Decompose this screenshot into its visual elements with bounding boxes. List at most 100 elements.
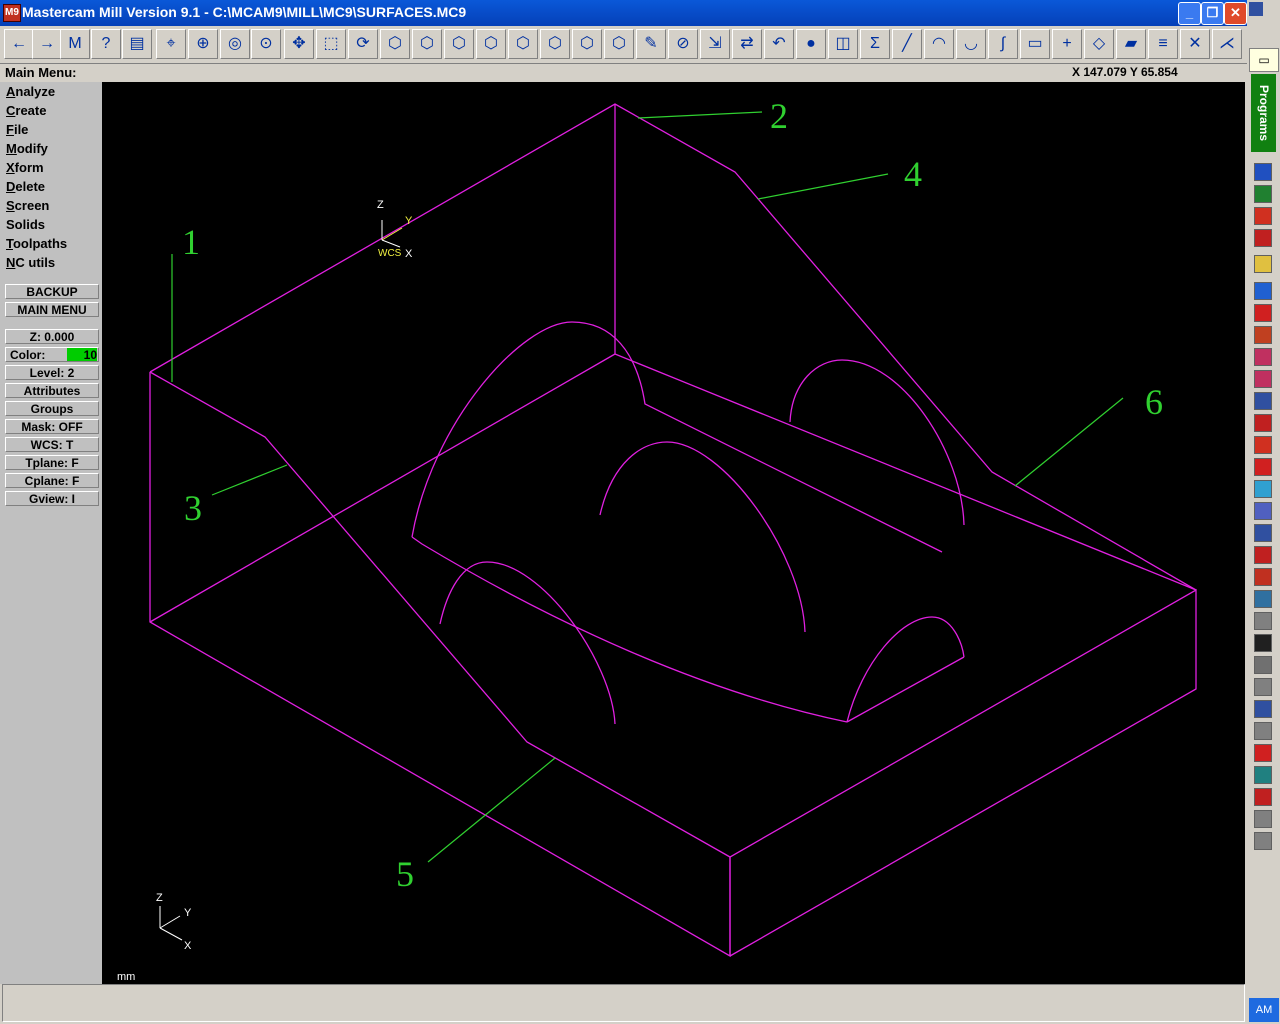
shortcut-app-icon[interactable]: [1254, 612, 1272, 630]
backup-button[interactable]: BACKUP: [5, 284, 99, 299]
mcu-button[interactable]: M: [60, 29, 90, 59]
shortcut-app-icon[interactable]: [1254, 255, 1272, 273]
shortcut-app-icon[interactable]: [1254, 590, 1272, 608]
shade-sphere-button[interactable]: ●: [796, 29, 826, 59]
shortcut-app-icon[interactable]: [1254, 480, 1272, 498]
xform-mirror-button[interactable]: ⇄: [732, 29, 762, 59]
line-button[interactable]: ╱: [892, 29, 922, 59]
surface-button[interactable]: ◫: [828, 29, 858, 59]
menu-item-screen[interactable]: Screen: [6, 198, 49, 213]
mask-button[interactable]: Mask: OFF: [5, 419, 99, 434]
shortcut-app-icon[interactable]: [1254, 414, 1272, 432]
layers-button[interactable]: ≡: [1148, 29, 1178, 59]
shortcut-app-icon[interactable]: [1254, 502, 1272, 520]
solid-box-button[interactable]: ▰: [1116, 29, 1146, 59]
shortcut-app-icon[interactable]: [1254, 370, 1272, 388]
select-zoom-button[interactable]: ⬚: [316, 29, 346, 59]
shortcut-app-icon[interactable]: [1254, 207, 1272, 225]
menu-item-file[interactable]: File: [6, 122, 28, 137]
shortcut-app-icon[interactable]: [1254, 304, 1272, 322]
eraser-button[interactable]: ✎: [636, 29, 666, 59]
shortcut-app-icon[interactable]: [1254, 326, 1272, 344]
shortcut-app-icon[interactable]: [1254, 700, 1272, 718]
forward-button[interactable]: →: [32, 29, 62, 59]
shortcut-app-icon[interactable]: [1254, 810, 1272, 828]
z-depth-button[interactable]: Z: 0.000: [5, 329, 99, 344]
gview-button[interactable]: Gview: I: [5, 491, 99, 506]
rotate-button[interactable]: ⟳: [348, 29, 378, 59]
shortcut-app-icon[interactable]: [1254, 634, 1272, 652]
zoom-fit-button[interactable]: ◎: [220, 29, 250, 59]
view-top-button[interactable]: ⬡: [412, 29, 442, 59]
menu-item-solids[interactable]: Solids: [6, 217, 45, 232]
menu-item-create[interactable]: Create: [6, 103, 46, 118]
menu-item-toolpaths[interactable]: Toolpaths: [6, 236, 67, 251]
help-button[interactable]: ?: [91, 29, 121, 59]
tplane-button[interactable]: Tplane: F: [5, 455, 99, 470]
graphics-viewport[interactable]: 1 2 3 4 5 6 Z Y X WCS Z Y X mm: [102, 82, 1245, 984]
shortcut-app-icon[interactable]: [1254, 163, 1272, 181]
arc-button[interactable]: ◠: [924, 29, 954, 59]
shortcut-app-icon[interactable]: [1254, 436, 1272, 454]
groups-button[interactable]: Groups: [5, 401, 99, 416]
level-button[interactable]: Level: 2: [5, 365, 99, 380]
shortcut-app-icon[interactable]: [1254, 656, 1272, 674]
menu-item-nc-utils[interactable]: NC utils: [6, 255, 55, 270]
menu-item-delete[interactable]: Delete: [6, 179, 45, 194]
shortcut-app-icon[interactable]: [1254, 185, 1272, 203]
delete-button[interactable]: ⊘: [668, 29, 698, 59]
plane-button[interactable]: ◇: [1084, 29, 1114, 59]
menu-item-xform[interactable]: Xform: [6, 160, 44, 175]
restore-button[interactable]: ❐: [1201, 2, 1224, 25]
shortcut-app-icon[interactable]: [1254, 282, 1272, 300]
shortcut-app-icon[interactable]: [1254, 832, 1272, 850]
cplane-button[interactable]: Cplane: F: [5, 473, 99, 488]
xform-translate-button[interactable]: ⇲: [700, 29, 730, 59]
cplane-top-button[interactable]: ⬡: [508, 29, 538, 59]
shortcut-app-icon[interactable]: [1254, 722, 1272, 740]
shortcut-app-icon[interactable]: [1254, 678, 1272, 696]
trim-button[interactable]: ✕: [1180, 29, 1210, 59]
shortcut-app-icon[interactable]: [1254, 392, 1272, 410]
close-button[interactable]: ✕: [1224, 2, 1247, 25]
back-button[interactable]: ←: [4, 29, 34, 59]
shortcut-app-icon[interactable]: [1254, 348, 1272, 366]
point-button[interactable]: +: [1052, 29, 1082, 59]
cplane-3d-button[interactable]: ⬡: [604, 29, 634, 59]
rectangle-button[interactable]: ▭: [1020, 29, 1050, 59]
app-icon[interactable]: M9: [3, 4, 21, 22]
programs-button[interactable]: Programs: [1251, 74, 1276, 152]
shortcut-app-icon[interactable]: [1254, 458, 1272, 476]
attributes-button[interactable]: Attributes: [5, 383, 99, 398]
color-button[interactable]: Color: 10: [5, 347, 99, 362]
menu-item-modify[interactable]: Modify: [6, 141, 48, 156]
view-iso-button[interactable]: ⬡: [380, 29, 410, 59]
wcs-button[interactable]: WCS: T: [5, 437, 99, 452]
shortcut-app-icon[interactable]: [1254, 766, 1272, 784]
fillet-button[interactable]: ◡: [956, 29, 986, 59]
shortcut-app-icon[interactable]: [1254, 744, 1272, 762]
shortcut-app-icon[interactable]: [1254, 568, 1272, 586]
shortcut-app-icon[interactable]: [1254, 524, 1272, 542]
shortcut-app-icon[interactable]: [1254, 229, 1272, 247]
calculator-button[interactable]: ▤: [122, 29, 152, 59]
pan-button[interactable]: ✥: [284, 29, 314, 59]
shortcut-app-icon[interactable]: [1254, 546, 1272, 564]
cplane-side-button[interactable]: ⬡: [572, 29, 602, 59]
view-side-button[interactable]: ⬡: [476, 29, 506, 59]
zoom-window-button[interactable]: ⊕: [188, 29, 218, 59]
spline-button[interactable]: ∫: [988, 29, 1018, 59]
cplane-front-button[interactable]: ⬡: [540, 29, 570, 59]
folder-icon[interactable]: ▭: [1249, 48, 1279, 72]
zoom-unzoom-icon: ⊙: [259, 35, 273, 52]
sum-button[interactable]: Σ: [860, 29, 890, 59]
main-menu-button[interactable]: MAIN MENU: [5, 302, 99, 317]
shortcut-app-icon[interactable]: [1254, 788, 1272, 806]
menu-item-analyze[interactable]: Analyze: [6, 84, 55, 99]
trim-2-button[interactable]: ⋌: [1212, 29, 1242, 59]
minimize-button[interactable]: _: [1178, 2, 1201, 25]
undo-button[interactable]: ↶: [764, 29, 794, 59]
analyze-button[interactable]: ⌖: [156, 29, 186, 59]
zoom-unzoom-button[interactable]: ⊙: [251, 29, 281, 59]
view-front-button[interactable]: ⬡: [444, 29, 474, 59]
